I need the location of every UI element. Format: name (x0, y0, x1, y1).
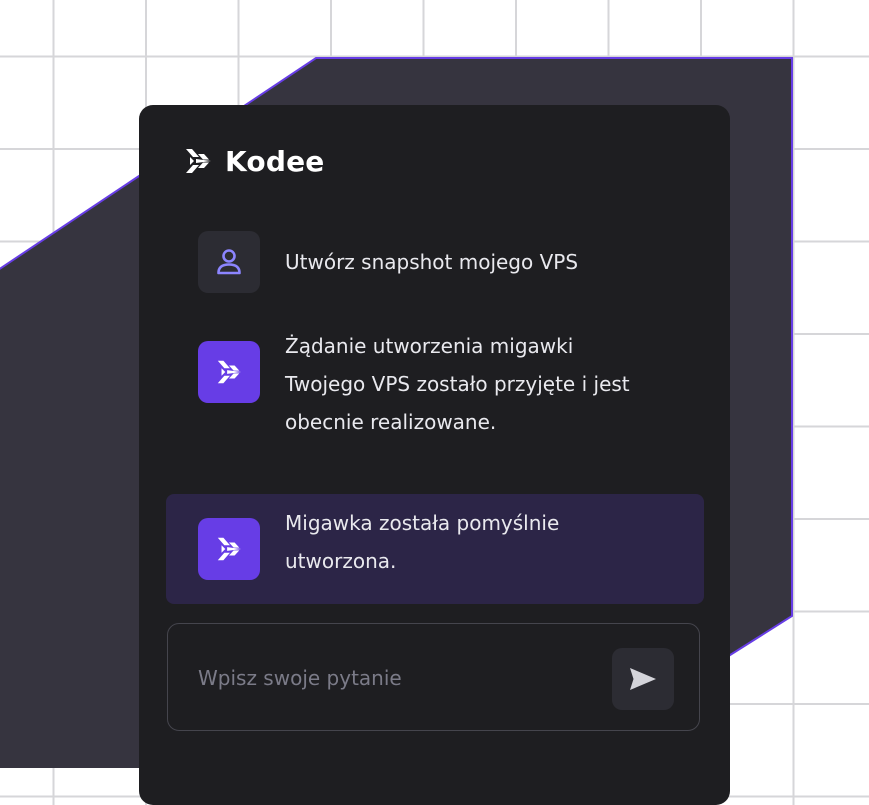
assistant-message: Żądanie utworzenia migawki Twojego VPS z… (198, 334, 630, 441)
assistant-avatar (198, 518, 260, 580)
kodee-logo-icon (217, 537, 242, 561)
kodee-logo-icon (217, 360, 242, 384)
user-message-text: Utwórz snapshot mojego VPS (285, 250, 579, 274)
kodee-logo-icon (186, 149, 211, 173)
app-title: Kodee (225, 144, 325, 178)
user-message: Utwórz snapshot mojego VPS (198, 231, 578, 293)
assistant-message-text: Migawka została pomyślnie utworzona. (285, 511, 560, 573)
brand-header: Kodee (183, 143, 324, 179)
assistant-message-text: Żądanie utworzenia migawki Twojego VPS z… (285, 334, 630, 434)
user-avatar (198, 231, 260, 293)
send-button[interactable] (612, 648, 674, 710)
chat-panel: Kodee Utwórz snapshot mojego VPS Żądanie… (139, 105, 730, 805)
user-icon (217, 249, 241, 275)
question-input[interactable] (196, 660, 580, 696)
message-composer (167, 623, 700, 731)
send-icon (630, 668, 656, 690)
assistant-message-highlighted: Migawka została pomyślnie utworzona. (198, 511, 559, 580)
assistant-avatar (198, 341, 260, 403)
